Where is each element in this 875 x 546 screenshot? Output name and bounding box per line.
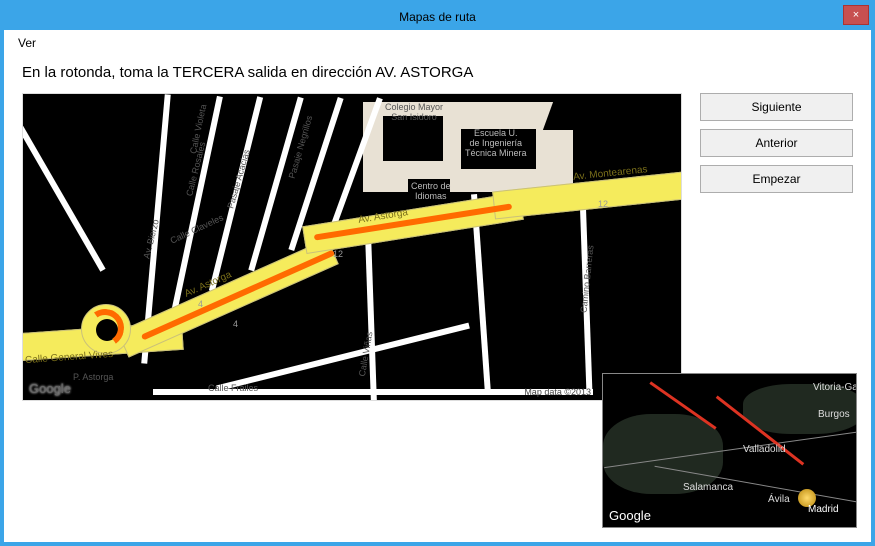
city-label: Ávila xyxy=(768,494,790,505)
house-number: 4 xyxy=(233,319,238,329)
controls-panel: Siguiente Anterior Empezar xyxy=(700,93,853,401)
poi-label: Colegio Mayor San Isidoro xyxy=(385,103,443,123)
menu-ver[interactable]: Ver xyxy=(12,34,42,52)
map-main[interactable]: Calle General Vives Av. Astorga Av. Asto… xyxy=(22,93,682,401)
street-label: Calle Frailes xyxy=(208,383,258,393)
next-button[interactable]: Siguiente xyxy=(700,93,853,121)
close-icon: × xyxy=(853,9,859,21)
poi-label: Escuela U. de Ingeniería Técnica Minera xyxy=(465,129,527,159)
poi-label: Centro de Idiomas xyxy=(411,182,451,202)
google-logo: Google xyxy=(609,508,651,523)
city-label: Burgos xyxy=(818,409,850,420)
house-number: 4 xyxy=(198,299,203,309)
house-number: 12 xyxy=(333,249,343,259)
menubar: Ver xyxy=(4,30,871,56)
city-label: Salamanca xyxy=(683,482,733,493)
start-button[interactable]: Empezar xyxy=(700,165,853,193)
window-title: Mapas de ruta xyxy=(399,10,476,24)
city-label: Valladolid xyxy=(743,444,786,455)
titlebar: Mapas de ruta × xyxy=(4,4,871,30)
building-icon xyxy=(543,102,603,130)
prev-button[interactable]: Anterior xyxy=(700,129,853,157)
close-button[interactable]: × xyxy=(843,5,869,25)
window-body: Ver En la rotonda, toma la TERCERA salid… xyxy=(4,30,871,542)
street-line xyxy=(22,96,106,272)
house-number: 12 xyxy=(598,199,608,209)
map-overview[interactable]: Madrid Valladolid Salamanca Burgos Vitor… xyxy=(602,373,857,528)
street-label: P. Astorga xyxy=(73,372,113,382)
city-label: Madrid xyxy=(808,504,839,515)
street-label: Pasaje Acacias xyxy=(225,148,251,209)
street-line xyxy=(216,323,470,392)
google-logo: Google xyxy=(29,381,71,396)
map-attribution: Map data ©2013 xyxy=(524,387,591,397)
city-label: Vitoria-Ga xyxy=(813,382,857,393)
route-instruction: En la rotonda, toma la TERCERA salida en… xyxy=(4,56,871,93)
